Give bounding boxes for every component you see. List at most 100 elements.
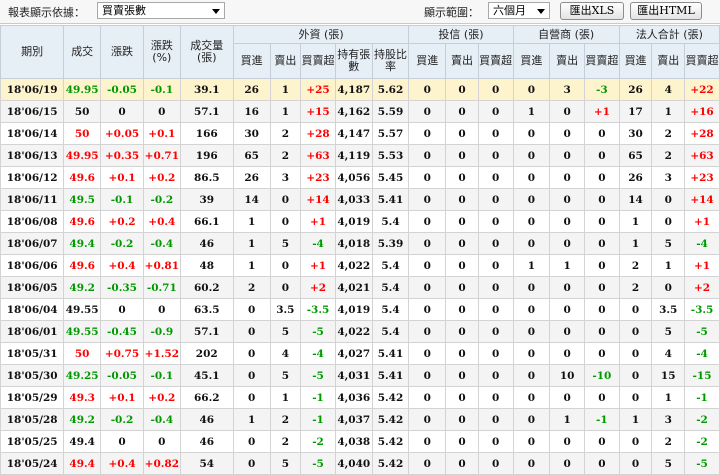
cell-close: 49.6 — [63, 254, 102, 277]
cell-pct: -0.71 — [142, 276, 181, 299]
cell-d-buy: 0 — [512, 144, 551, 167]
cell-f-net: -4 — [300, 232, 336, 255]
cell-f-hold: 4,038 — [334, 430, 373, 453]
cell-close: 49.2 — [63, 276, 102, 299]
cell-s-sell: 3 — [651, 166, 686, 189]
cell-change: -0.45 — [100, 320, 144, 343]
cell-f-net: +1 — [300, 254, 336, 277]
group-header-dealer: 自營商 (張) — [512, 25, 620, 44]
cell-s-buy: 0 — [618, 364, 653, 387]
cell-d-sell: 1 — [549, 254, 586, 277]
col-header-trust-net: 買賣超 — [477, 43, 514, 79]
cell-f-hold: 4,056 — [334, 166, 373, 189]
cell-s-sell: 5 — [651, 232, 686, 255]
cell-f-hold: 4,022 — [334, 254, 373, 277]
table-row: 18'06/04 49.55 0 0 63.5 0 3.5 -3.5 4,019 5.4 0 0 0 0 0… — [0, 298, 720, 321]
cell-t-net: 0 — [477, 210, 514, 233]
cell-t-buy: 0 — [408, 386, 447, 409]
cell-change: 0 — [100, 430, 144, 453]
cell-date: 18'06/19 — [0, 78, 65, 101]
cell-s-net: +63 — [684, 144, 720, 167]
cell-s-buy: 0 — [618, 342, 653, 365]
cell-d-sell: 0 — [549, 232, 586, 255]
cell-change: -0.2 — [100, 232, 144, 255]
cell-t-sell: 0 — [445, 342, 479, 365]
cell-vol: 57.1 — [179, 100, 234, 123]
cell-s-buy: 0 — [618, 430, 653, 453]
cell-pct: 0 — [142, 100, 181, 123]
cell-d-sell: 3 — [549, 78, 586, 101]
table-row: 18'06/08 49.6 +0.2 +0.4 66.1 1 0 +1 4,019 5.4 0 0 0 0… — [0, 210, 720, 233]
cell-s-net: +16 — [684, 100, 720, 123]
cell-pct: 0 — [142, 298, 181, 321]
cell-d-net: 0 — [584, 386, 620, 409]
cell-t-net: 0 — [477, 452, 514, 475]
export-xls-button[interactable]: 匯出XLS — [560, 2, 624, 20]
cell-s-sell: 1 — [651, 100, 686, 123]
cell-f-sell: 2 — [269, 144, 302, 167]
institutional-trading-table: 期別 成交 漲跌 漲跌(%) 成交量(張) 外資 (張) 投信 (張) 自營商 … — [0, 25, 720, 475]
col-header-trust-sell: 賣出 — [445, 43, 479, 79]
col-header-dealer-net: 買賣超 — [584, 43, 620, 79]
cell-pct: +1.52 — [142, 342, 181, 365]
display-basis-label: 報表顯示依據： — [8, 6, 85, 19]
range-label: 顯示範圍： — [424, 6, 479, 19]
table-row: 18'06/15 50 0 0 57.1 16 1 +15 4,162 5.59 0 0 0 1 0 +1 17… — [0, 100, 720, 123]
cell-close: 49.5 — [63, 188, 102, 211]
cell-t-sell: 0 — [445, 144, 479, 167]
cell-f-ratio: 5.53 — [371, 144, 410, 167]
col-header-trust-buy: 買進 — [408, 43, 447, 79]
cell-d-net: -3 — [584, 78, 620, 101]
cell-d-net: +1 — [584, 100, 620, 123]
display-basis-select[interactable]: 買賣張數 — [97, 2, 225, 19]
col-header-foreign-buy: 買進 — [232, 43, 271, 79]
col-header-change-pct: 漲跌(%) — [142, 25, 181, 79]
cell-f-net: -2 — [300, 430, 336, 453]
cell-close: 49.25 — [63, 364, 102, 387]
cell-d-sell: 0 — [549, 452, 586, 475]
cell-t-sell: 0 — [445, 276, 479, 299]
cell-d-buy: 0 — [512, 210, 551, 233]
cell-change: -0.2 — [100, 408, 144, 431]
cell-d-sell: 0 — [549, 342, 586, 365]
cell-date: 18'06/15 — [0, 100, 65, 123]
cell-f-buy: 30 — [232, 122, 271, 145]
cell-t-net: 0 — [477, 100, 514, 123]
cell-f-ratio: 5.42 — [371, 452, 410, 475]
cell-f-sell: 5 — [269, 320, 302, 343]
cell-f-buy: 0 — [232, 386, 271, 409]
cell-d-buy: 0 — [512, 276, 551, 299]
cell-date: 18'05/28 — [0, 408, 65, 431]
cell-f-net: +1 — [300, 210, 336, 233]
cell-t-net: 0 — [477, 298, 514, 321]
cell-t-net: 0 — [477, 144, 514, 167]
cell-s-net: -3.5 — [684, 298, 720, 321]
cell-change: -0.05 — [100, 364, 144, 387]
cell-close: 49.3 — [63, 386, 102, 409]
cell-date: 18'06/13 — [0, 144, 65, 167]
cell-s-sell: 0 — [651, 276, 686, 299]
cell-d-buy: 0 — [512, 364, 551, 387]
cell-pct: -0.4 — [142, 232, 181, 255]
col-header-close: 成交 — [63, 25, 102, 79]
cell-f-net: +14 — [300, 188, 336, 211]
cell-d-net: 0 — [584, 452, 620, 475]
cell-s-buy: 17 — [618, 100, 653, 123]
cell-f-buy: 0 — [232, 452, 271, 475]
cell-f-buy: 1 — [232, 210, 271, 233]
cell-s-sell: 3.5 — [651, 298, 686, 321]
cell-s-sell: 4 — [651, 78, 686, 101]
cell-d-sell: 0 — [549, 166, 586, 189]
range-select[interactable]: 六個月 — [488, 2, 550, 19]
cell-d-net: 0 — [584, 166, 620, 189]
cell-vol: 54 — [179, 452, 234, 475]
cell-change: 0 — [100, 100, 144, 123]
cell-d-net: 0 — [584, 342, 620, 365]
cell-t-buy: 0 — [408, 210, 447, 233]
cell-f-ratio: 5.41 — [371, 364, 410, 387]
cell-d-net: 0 — [584, 254, 620, 277]
cell-d-net: 0 — [584, 430, 620, 453]
cell-f-buy: 26 — [232, 78, 271, 101]
export-html-button[interactable]: 匯出HTML — [630, 2, 702, 20]
cell-d-buy: 0 — [512, 78, 551, 101]
